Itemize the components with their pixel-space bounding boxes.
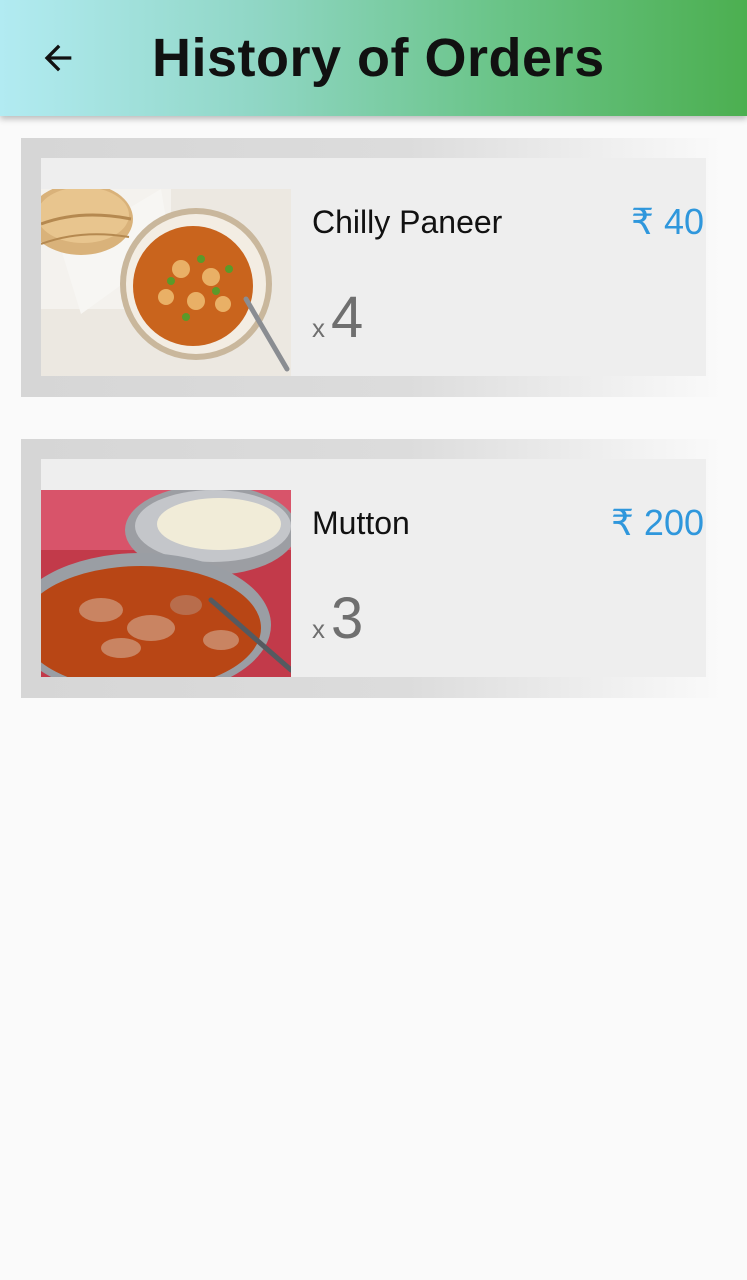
order-list: Chilly Paneer ₹ 40 x4 Mutton ₹ 200 x 3 bbox=[0, 138, 747, 740]
quantity-prefix: x bbox=[312, 614, 325, 644]
back-button[interactable] bbox=[30, 30, 86, 86]
order-card-content: Mutton ₹ 200 x3 bbox=[41, 459, 706, 677]
quantity-value: 4 bbox=[331, 285, 364, 350]
quantity: x3 bbox=[312, 587, 363, 666]
quantity: x4 bbox=[312, 286, 363, 365]
item-name: Mutton bbox=[312, 505, 410, 541]
item-name: Chilly Paneer bbox=[312, 204, 503, 240]
quantity-prefix: x bbox=[312, 313, 325, 343]
quantity-value: 3 bbox=[331, 586, 364, 651]
order-card[interactable]: Chilly Paneer ₹ 40 x4 bbox=[21, 138, 723, 397]
order-card-content: Chilly Paneer ₹ 40 x4 bbox=[41, 158, 706, 376]
page-title: History of Orders bbox=[152, 28, 605, 88]
app-bar: History of Orders bbox=[0, 0, 747, 116]
order-card[interactable]: Mutton ₹ 200 x3 bbox=[21, 439, 723, 698]
item-price: ₹ 200 bbox=[611, 502, 704, 543]
item-price: ₹ 40 bbox=[631, 201, 704, 242]
mutton-curry-with-naan-photo bbox=[41, 490, 291, 677]
arrow-left-icon bbox=[44, 44, 72, 72]
paneer-curry-with-roti-photo bbox=[41, 189, 291, 376]
